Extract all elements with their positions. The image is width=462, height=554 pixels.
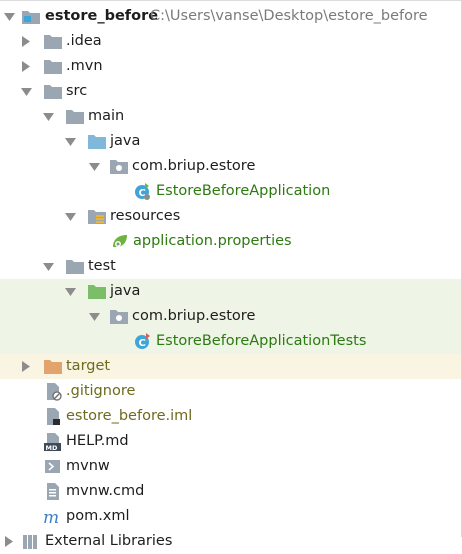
tree-item-iml[interactable]: estore_before.iml xyxy=(0,404,462,429)
package-icon xyxy=(109,157,129,176)
excluded-folder-icon xyxy=(43,357,63,376)
top-border xyxy=(0,0,462,1)
folder-icon xyxy=(65,257,85,276)
tree-item-label: main xyxy=(88,108,125,124)
markdown-file-icon: MD xyxy=(43,432,63,451)
tree-item-mvnw-cmd[interactable]: mvnw.cmd xyxy=(0,479,462,504)
tree-item-pom[interactable]: m pom.xml xyxy=(0,504,462,529)
libraries-icon xyxy=(21,532,41,551)
source-root-folder-icon xyxy=(87,132,107,151)
tree-item-main[interactable]: main xyxy=(0,104,462,129)
tree-item-label: test xyxy=(88,258,116,274)
tree-item-label: EstoreBeforeApplicationTests xyxy=(156,333,367,349)
tree-item-test[interactable]: test xyxy=(0,254,462,279)
chevron-down-icon[interactable] xyxy=(19,79,33,104)
tree-item-gitignore[interactable]: .gitignore xyxy=(0,379,462,404)
folder-icon xyxy=(43,32,63,51)
chevron-right-icon[interactable] xyxy=(19,354,33,379)
tree-item-label: application.properties xyxy=(133,233,292,249)
tree-item-idea[interactable]: .idea xyxy=(0,29,462,54)
tree-item-label: java xyxy=(110,133,141,149)
tree-item-label: pom.xml xyxy=(66,508,130,524)
chevron-down-icon[interactable] xyxy=(63,129,77,154)
tree-item-label: resources xyxy=(110,208,181,224)
tree-item-label: mvnw xyxy=(66,458,110,474)
tree-item-test-package[interactable]: com.briup.estore xyxy=(0,304,461,329)
iml-file-icon xyxy=(43,407,63,426)
tree-item-label: estore_before.iml xyxy=(66,408,193,424)
tree-item-target[interactable]: target xyxy=(0,354,461,379)
tree-item-label: .gitignore xyxy=(66,383,136,399)
spring-properties-icon xyxy=(110,232,130,251)
project-path: C:\Users\vanse\Desktop\estore_before xyxy=(150,8,428,24)
tree-item-mvnw[interactable]: mvnw xyxy=(0,454,462,479)
ignored-file-icon xyxy=(43,382,63,401)
chevron-down-icon[interactable] xyxy=(41,104,55,129)
chevron-down-icon[interactable] xyxy=(87,154,101,179)
tree-item-label: com.briup.estore xyxy=(132,158,256,174)
tree-item-test-java[interactable]: java xyxy=(0,279,461,304)
project-tree: estore_before C:\Users\vanse\Desktop\est… xyxy=(0,0,462,549)
project-name: estore_before xyxy=(45,8,159,24)
svg-text:MD: MD xyxy=(46,444,58,451)
chevron-down-icon[interactable] xyxy=(63,204,77,229)
test-source-folder-icon xyxy=(87,282,107,301)
tree-item-application-properties[interactable]: application.properties xyxy=(0,229,462,254)
tree-item-src[interactable]: src xyxy=(0,79,462,104)
tree-item-label: .mvn xyxy=(66,58,103,74)
tree-item-label: mvnw.cmd xyxy=(66,483,145,499)
test-class-icon: C xyxy=(133,332,153,351)
shell-script-icon xyxy=(43,457,63,476)
package-icon xyxy=(109,307,129,326)
tree-item-label: EstoreBeforeApplication xyxy=(156,183,331,199)
tree-item-external-libraries[interactable]: External Libraries xyxy=(0,529,462,554)
chevron-down-icon[interactable] xyxy=(63,279,77,304)
tree-item-label: java xyxy=(110,283,141,299)
tree-item-label: HELP.md xyxy=(66,433,129,449)
folder-icon xyxy=(43,57,63,76)
tree-item-test-class[interactable]: C EstoreBeforeApplicationTests xyxy=(0,329,461,354)
resources-folder-icon xyxy=(87,207,107,226)
tree-item-application-class[interactable]: C EstoreBeforeApplication xyxy=(0,179,462,204)
svg-text:C: C xyxy=(139,338,146,349)
tree-item-project-root[interactable]: estore_before C:\Users\vanse\Desktop\est… xyxy=(0,4,462,29)
tree-item-resources[interactable]: resources xyxy=(0,204,462,229)
tree-item-label: .idea xyxy=(66,33,102,49)
chevron-down-icon[interactable] xyxy=(2,4,16,29)
folder-icon xyxy=(65,107,85,126)
tree-item-mvn[interactable]: .mvn xyxy=(0,54,462,79)
tree-item-label: com.briup.estore xyxy=(132,308,256,324)
folder-icon xyxy=(43,82,63,101)
chevron-down-icon[interactable] xyxy=(41,254,55,279)
text-file-icon xyxy=(43,482,63,501)
chevron-down-icon[interactable] xyxy=(87,304,101,329)
spring-boot-class-icon: C xyxy=(133,182,153,201)
tree-item-help-md[interactable]: MD HELP.md xyxy=(0,429,462,454)
chevron-right-icon[interactable] xyxy=(19,54,33,79)
tree-item-main-java[interactable]: java xyxy=(0,129,462,154)
tree-item-label: target xyxy=(66,358,111,374)
project-folder-icon xyxy=(21,7,41,26)
maven-icon: m xyxy=(43,507,63,526)
tree-item-main-package[interactable]: com.briup.estore xyxy=(0,154,462,179)
svg-text:m: m xyxy=(43,508,59,526)
tree-item-label: External Libraries xyxy=(45,533,173,549)
chevron-right-icon[interactable] xyxy=(2,529,16,554)
tree-item-label: src xyxy=(66,83,88,99)
chevron-right-icon[interactable] xyxy=(19,29,33,54)
